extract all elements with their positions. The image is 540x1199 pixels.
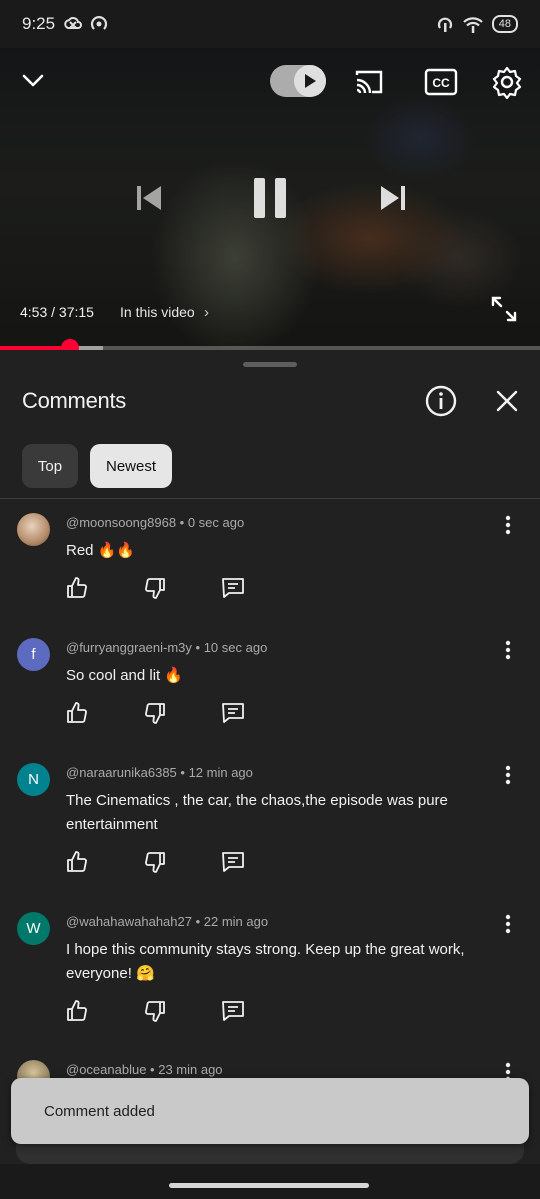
avatar[interactable]: f xyxy=(17,638,50,671)
dislike-icon[interactable] xyxy=(142,700,168,726)
data-icon xyxy=(437,17,452,32)
filter-chip-top[interactable]: Top xyxy=(22,444,78,488)
like-icon[interactable] xyxy=(64,849,90,875)
autoplay-toggle-icon xyxy=(294,65,326,97)
toast: Comment added xyxy=(11,1078,529,1144)
pause-icon[interactable] xyxy=(250,176,290,220)
status-time: 9:25 xyxy=(22,14,56,33)
comment-time: 0 sec ago xyxy=(187,515,245,530)
chevron-right-icon: › xyxy=(204,304,209,321)
like-icon[interactable] xyxy=(64,700,90,726)
autoplay-toggle[interactable] xyxy=(270,65,326,97)
fullscreen-icon[interactable] xyxy=(490,295,518,323)
comment-text: The Cinematics , the car, the chaos,the … xyxy=(66,792,448,833)
comment-author[interactable]: @oceanablue xyxy=(66,1062,146,1077)
more-options-icon[interactable] xyxy=(498,912,518,936)
divider xyxy=(0,498,540,499)
drag-handle[interactable] xyxy=(243,362,297,367)
collapse-chevron-icon[interactable] xyxy=(20,68,46,94)
comment-author[interactable]: @moonsoong8968 xyxy=(66,515,176,530)
comments-title: Comments xyxy=(22,388,126,413)
comment-time: 23 min ago xyxy=(158,1062,223,1077)
dislike-icon[interactable] xyxy=(142,849,168,875)
playback-time: 4:53 / 37:15 xyxy=(20,304,94,320)
reply-icon[interactable] xyxy=(220,575,246,601)
in-this-video-link[interactable]: In this video xyxy=(120,304,195,320)
comment-text: So cool and lit 🔥 xyxy=(66,667,184,684)
comment-time: 10 sec ago xyxy=(203,640,268,655)
toast-message: Comment added xyxy=(44,1102,155,1120)
reply-icon[interactable] xyxy=(220,849,246,875)
captions-icon[interactable]: CC xyxy=(424,67,458,97)
reply-icon[interactable] xyxy=(220,700,246,726)
comment-author[interactable]: @furryanggraeni-m3y xyxy=(66,640,192,655)
comment-text: I hope this community stays strong. Keep… xyxy=(66,941,465,982)
video-player[interactable]: CC 4:53 / 37:15 In this video › xyxy=(0,48,540,350)
comments-sheet: Comments Top Newest @moonsoong8968 • 0 s… xyxy=(0,350,540,1199)
dislike-icon[interactable] xyxy=(142,998,168,1024)
battery-icon: 48 xyxy=(491,15,518,33)
more-options-icon[interactable] xyxy=(498,763,518,787)
avatar[interactable]: W xyxy=(17,912,50,945)
comment-author[interactable]: @wahahawahahah27 xyxy=(66,914,192,929)
hotspot-icon xyxy=(91,16,108,30)
close-icon[interactable] xyxy=(492,386,522,416)
more-options-icon[interactable] xyxy=(498,513,518,537)
like-icon[interactable] xyxy=(64,998,90,1024)
cloud-off-icon xyxy=(64,17,83,29)
like-icon[interactable] xyxy=(64,575,90,601)
gesture-nav-handle[interactable] xyxy=(169,1183,369,1188)
settings-gear-icon[interactable] xyxy=(490,65,524,99)
cast-icon[interactable] xyxy=(353,66,385,98)
svg-text:CC: CC xyxy=(432,76,450,90)
comment-time: 12 min ago xyxy=(188,765,253,780)
progress-bar[interactable] xyxy=(0,339,540,350)
next-icon[interactable] xyxy=(377,182,409,214)
wifi-icon xyxy=(462,17,483,33)
more-options-icon[interactable] xyxy=(498,638,518,662)
avatar[interactable]: N xyxy=(17,763,50,796)
comment-text: Red 🔥🔥 xyxy=(66,542,136,559)
filter-chip-newest[interactable]: Newest xyxy=(90,444,172,488)
comment-time: 22 min ago xyxy=(203,914,269,929)
status-bar: 9:25 48 xyxy=(0,0,540,48)
reply-icon[interactable] xyxy=(220,998,246,1024)
played-bar xyxy=(0,346,71,350)
info-icon[interactable] xyxy=(424,384,458,418)
dislike-icon[interactable] xyxy=(142,575,168,601)
comment-author[interactable]: @naraarunika6385 xyxy=(66,765,177,780)
avatar[interactable] xyxy=(17,513,50,546)
scrubber-handle[interactable] xyxy=(61,339,80,350)
previous-icon[interactable] xyxy=(133,182,165,214)
